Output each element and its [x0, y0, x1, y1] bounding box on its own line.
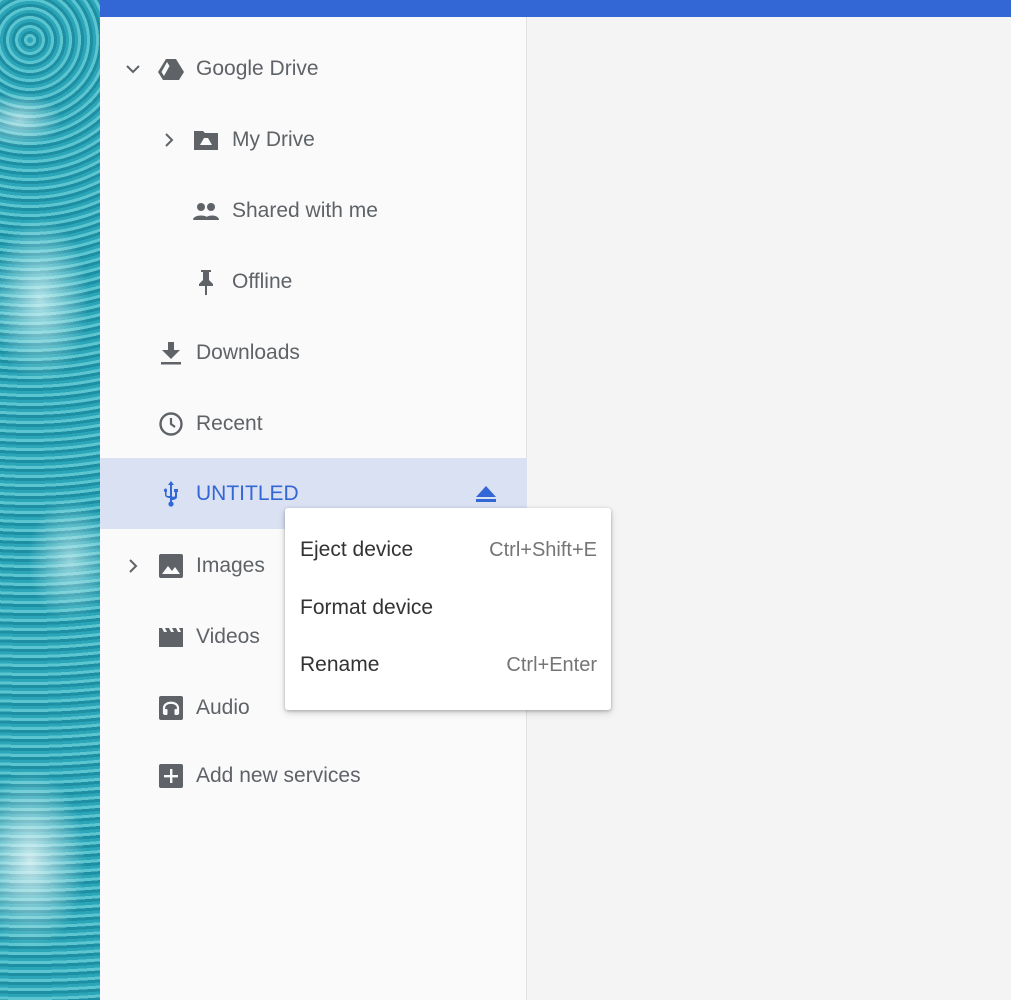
menu-item-format-device[interactable]: Format device: [285, 579, 611, 637]
menu-item-eject-device[interactable]: Eject device Ctrl+Shift+E: [285, 521, 611, 579]
sidebar-item-label: Add new services: [196, 763, 361, 787]
menu-item-rename[interactable]: Rename Ctrl+Enter: [285, 636, 611, 694]
desktop-wallpaper: [0, 0, 100, 1000]
sidebar-item-label: Recent: [196, 411, 263, 435]
sidebar-item-label: Downloads: [196, 340, 300, 364]
sidebar-item-downloads[interactable]: Downloads: [100, 317, 527, 388]
headphones-icon: [158, 695, 184, 721]
sidebar-item-google-drive[interactable]: Google Drive: [100, 33, 527, 104]
video-icon: [158, 624, 184, 650]
sidebar-item-label: Audio: [196, 695, 250, 719]
sidebar-item-label: My Drive: [232, 127, 315, 151]
sidebar-item-offline[interactable]: Offline: [100, 246, 527, 317]
sidebar-item-label: Videos: [196, 624, 260, 648]
sidebar-item-label: Images: [196, 553, 265, 577]
sidebar-item-add-new-services[interactable]: Add new services: [100, 740, 527, 811]
menu-item-label: Rename: [300, 653, 380, 676]
google-drive-icon: [158, 56, 184, 82]
add-box-icon: [158, 763, 184, 789]
chevron-right-icon[interactable]: [159, 130, 179, 150]
usb-icon: [158, 480, 184, 507]
pin-icon: [193, 269, 219, 295]
chevron-right-icon[interactable]: [123, 556, 143, 576]
my-drive-folder-icon: [193, 127, 219, 153]
sidebar-item-my-drive[interactable]: My Drive: [100, 104, 527, 175]
download-icon: [158, 340, 184, 366]
people-icon: [193, 198, 219, 224]
sidebar-item-label: Offline: [232, 269, 293, 293]
clock-icon: [158, 411, 184, 437]
sidebar-item-label: Google Drive: [196, 56, 319, 80]
chevron-down-icon[interactable]: [123, 59, 143, 79]
eject-icon[interactable]: [474, 482, 498, 506]
context-menu: Eject device Ctrl+Shift+E Format device …: [285, 508, 611, 710]
menu-item-label: Eject device: [300, 538, 414, 561]
image-icon: [158, 553, 184, 579]
menu-item-shortcut: Ctrl+Shift+E: [489, 538, 597, 561]
sidebar-item-recent[interactable]: Recent: [100, 388, 527, 459]
files-app-window: Google Drive My Drive Shared with me Off…: [100, 0, 1011, 1000]
sidebar-item-label: UNTITLED: [196, 481, 299, 505]
menu-item-label: Format device: [300, 596, 434, 619]
sidebar-item-shared-with-me[interactable]: Shared with me: [100, 175, 527, 246]
menu-item-shortcut: Ctrl+Enter: [506, 653, 597, 676]
sidebar-item-label: Shared with me: [232, 198, 378, 222]
title-bar: [100, 0, 1011, 17]
